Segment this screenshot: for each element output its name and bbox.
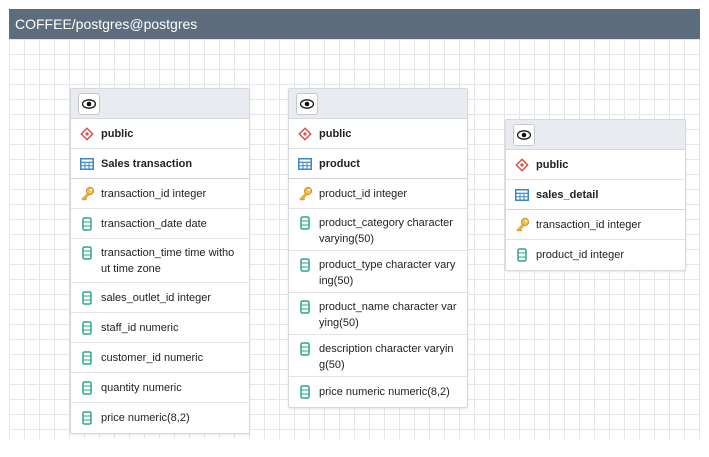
table-name-row: product	[289, 149, 467, 179]
table-icon	[514, 187, 530, 203]
table-name: product	[319, 157, 360, 170]
table-name: Sales transaction	[101, 157, 193, 170]
schema-row: public	[289, 119, 467, 149]
column-icon	[79, 410, 95, 426]
table-node-header	[506, 120, 685, 150]
table-name: sales_detail	[536, 188, 599, 201]
column-text: product_id integer	[536, 249, 625, 261]
key-icon	[79, 186, 95, 202]
column-text: product_name character var ying(50)	[319, 301, 457, 329]
column-text: customer_id numeric	[101, 351, 204, 364]
key-icon	[297, 186, 313, 202]
column-icon	[297, 299, 313, 315]
column-text: product_id integer	[319, 187, 408, 200]
schema-icon	[79, 126, 95, 142]
column-text: price numeric(8,2)	[101, 412, 190, 424]
column-row: sales_outlet_id integer	[71, 283, 249, 313]
column-icon	[79, 216, 95, 232]
column-text: staff_id numeric	[101, 321, 179, 334]
column-row: product_id integer	[289, 179, 467, 209]
column-text: transaction_id integer	[536, 218, 642, 231]
table-name-row: sales_detail	[506, 180, 685, 210]
column-text: transaction_time time witho ut time zone	[101, 245, 234, 277]
table-name-row: Sales transaction	[71, 149, 249, 179]
column-row: product_type character vary ing(50)	[289, 251, 467, 293]
column-row: transaction_id integer	[71, 179, 249, 209]
column-icon	[79, 245, 95, 261]
schema-name: public	[536, 158, 569, 171]
table-icon	[79, 156, 95, 172]
column-row: quantity numeric	[71, 373, 249, 403]
column-text: transaction_date date	[101, 217, 207, 230]
column-row: product_name character var ying(50)	[289, 293, 467, 335]
column-text: product_category character varying(50)	[319, 217, 453, 245]
column-text: product_type character vary ing(50)	[319, 259, 456, 287]
column-text: description character varyin g(50)	[319, 343, 454, 371]
key-icon	[514, 217, 530, 233]
schema-row: public	[506, 150, 685, 180]
window-title: COFFEE/postgres@postgres	[9, 9, 700, 39]
column-row: product_id integer	[506, 240, 685, 270]
schema-icon	[514, 157, 530, 173]
column-text: price numeric numeric(8,2)	[319, 386, 450, 398]
column-icon	[79, 290, 95, 306]
column-icon	[297, 384, 313, 400]
column-icon	[297, 257, 313, 273]
column-row: customer_id numeric	[71, 343, 249, 373]
schema-row: public	[71, 119, 249, 149]
column-row: transaction_id integer	[506, 210, 685, 240]
column-text: sales_outlet_id integer	[101, 291, 212, 304]
column-text-line1: transaction_time time witho ut time zone	[101, 247, 235, 275]
schema-icon	[297, 126, 313, 142]
column-text: transaction_id integer	[101, 187, 207, 200]
column-row: transaction_date date	[71, 209, 249, 239]
column-row: price numeric numeric(8,2)	[289, 377, 467, 407]
column-icon	[79, 320, 95, 336]
eye-icon[interactable]	[513, 123, 535, 146]
column-icon	[297, 215, 313, 231]
schema-name: public	[101, 127, 134, 140]
table-icon	[297, 156, 313, 172]
column-row: description character varyin g(50)	[289, 335, 467, 377]
column-row: price numeric(8,2)	[71, 403, 249, 433]
table-node-header	[289, 89, 467, 119]
column-icon	[514, 247, 530, 263]
table-node-product[interactable]: public product product_id integer produc…	[288, 88, 468, 408]
schema-name: public	[319, 127, 352, 140]
table-node-sales-detail[interactable]: public sales_detail transaction_id integ…	[505, 119, 686, 271]
column-text: quantity numeric	[101, 381, 182, 394]
column-icon	[79, 380, 95, 396]
eye-icon[interactable]	[78, 92, 100, 115]
column-row: staff_id numeric	[71, 313, 249, 343]
table-node-header	[71, 89, 249, 119]
table-node-sales-transaction[interactable]: public Sales transaction transaction_id …	[70, 88, 250, 434]
eye-icon[interactable]	[296, 92, 318, 115]
column-row: transaction_time time witho ut time zone	[71, 239, 249, 283]
column-icon	[79, 350, 95, 366]
column-row: product_category character varying(50)	[289, 209, 467, 251]
column-icon	[297, 341, 313, 357]
